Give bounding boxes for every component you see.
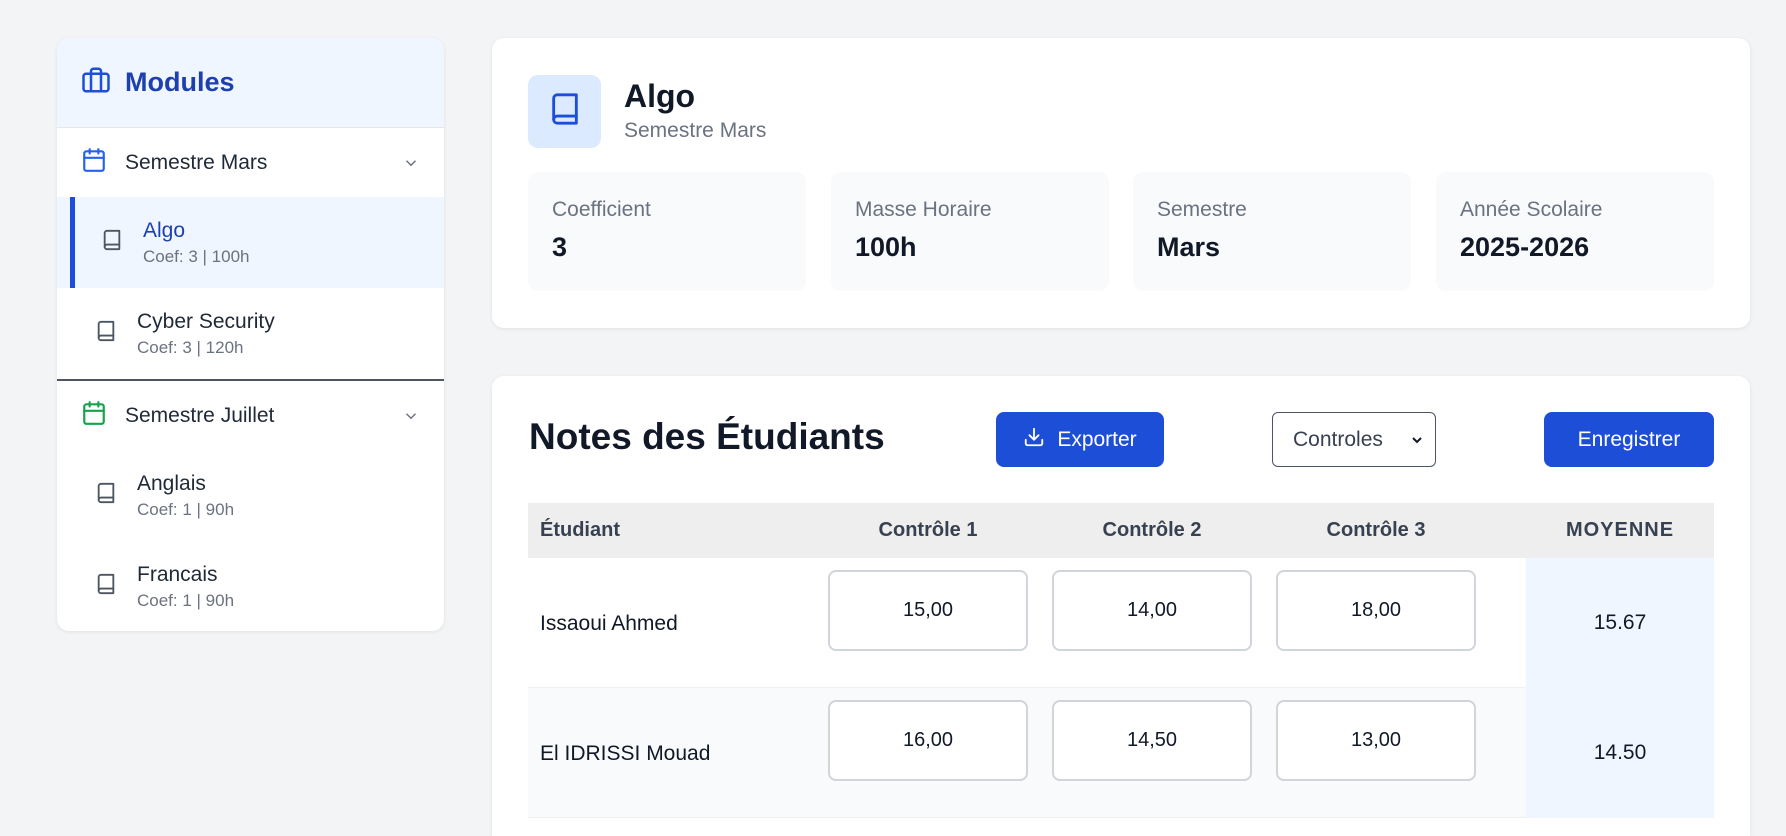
evaluation-type-select[interactable]: Controles xyxy=(1272,412,1436,467)
stat-value: Mars xyxy=(1157,232,1221,262)
download-icon xyxy=(1023,426,1045,454)
grade-input-controle-3[interactable] xyxy=(1276,700,1476,781)
book-icon xyxy=(95,319,117,348)
sidebar-title: Modules xyxy=(125,67,235,97)
module-meta: Coef: 1 | 90h xyxy=(137,499,235,519)
module-item-francais[interactable]: Francais Coef: 1 | 90h xyxy=(57,541,444,631)
module-meta: Coef: 1 | 90h xyxy=(137,590,235,610)
module-subtitle: Semestre Mars xyxy=(624,119,767,142)
table-row: Issaoui Ahmed 15.67 xyxy=(528,558,1714,688)
module-icon-box xyxy=(528,75,601,148)
stat-label: Année Scolaire xyxy=(1460,198,1603,221)
grade-input-controle-2[interactable] xyxy=(1052,570,1252,651)
grade-input-controle-2[interactable] xyxy=(1052,700,1252,781)
stat-semestre: Semestre Mars xyxy=(1133,172,1411,291)
average-value: 15.67 xyxy=(1593,611,1647,634)
average-cell: 14.50 xyxy=(1526,688,1714,818)
student-name: Issaoui Ahmed xyxy=(540,612,678,635)
stat-label: Masse Horaire xyxy=(855,198,992,221)
stat-label: Semestre xyxy=(1157,198,1247,221)
module-item-cyber-security[interactable]: Cyber Security Coef: 3 | 120h xyxy=(57,288,444,379)
semester-label: Semestre Juillet xyxy=(125,403,275,427)
export-button[interactable]: Exporter xyxy=(996,412,1164,467)
stat-value: 100h xyxy=(855,232,917,262)
average-value: 14.50 xyxy=(1593,741,1647,764)
save-button[interactable]: Enregistrer xyxy=(1544,412,1714,467)
student-name: El IDRISSI Mouad xyxy=(540,742,711,765)
sidebar-header: Modules xyxy=(57,38,444,128)
semester-juillet-toggle[interactable]: Semestre Juillet xyxy=(57,381,444,450)
module-meta: Coef: 3 | 100h xyxy=(143,246,250,266)
stat-value: 2025-2026 xyxy=(1460,232,1590,262)
table-row: El IDRISSI Mouad 14.50 xyxy=(528,688,1714,818)
book-icon xyxy=(95,481,117,510)
semester-mars-toggle[interactable]: Semestre Mars xyxy=(57,128,444,197)
column-header: Contrôle 2 xyxy=(1102,519,1202,541)
stat-masse-horaire: Masse Horaire 100h xyxy=(831,172,1109,291)
chevron-down-icon xyxy=(405,159,417,166)
grades-title: Notes des Étudiants xyxy=(529,416,885,457)
modules-sidebar: Modules Semestre Mars Algo Coef: 3 | 100… xyxy=(57,38,444,631)
module-info-card: Algo Semestre Mars Coefficient 3 Masse H… xyxy=(492,38,1750,328)
average-cell: 15.67 xyxy=(1526,558,1714,688)
module-name: Anglais xyxy=(137,471,206,495)
semester-label: Semestre Mars xyxy=(125,150,268,174)
stat-annee-scolaire: Année Scolaire 2025-2026 xyxy=(1436,172,1714,291)
stat-coefficient: Coefficient 3 xyxy=(528,172,806,291)
calendar-icon xyxy=(81,400,107,431)
column-header: MOYENNE xyxy=(1565,519,1675,541)
briefcase-icon xyxy=(81,65,111,100)
book-icon xyxy=(101,228,123,257)
module-name: Cyber Security xyxy=(137,309,275,333)
book-icon xyxy=(95,572,117,601)
grade-input-controle-1[interactable] xyxy=(828,570,1028,651)
grades-table-header: Étudiant Contrôle 1 Contrôle 2 Contrôle … xyxy=(528,503,1714,558)
module-title: Algo xyxy=(624,78,696,114)
module-meta: Coef: 3 | 120h xyxy=(137,337,244,357)
stat-value: 3 xyxy=(552,232,568,262)
stat-label: Coefficient xyxy=(552,198,651,221)
book-icon xyxy=(548,91,582,132)
calendar-icon xyxy=(81,147,107,178)
select-value: Controles xyxy=(1293,427,1383,451)
column-header: Étudiant xyxy=(540,519,620,541)
module-item-algo[interactable]: Algo Coef: 3 | 100h xyxy=(57,197,444,288)
column-header: Contrôle 1 xyxy=(878,519,978,541)
grade-input-controle-1[interactable] xyxy=(828,700,1028,781)
column-header: Contrôle 3 xyxy=(1326,519,1426,541)
grades-card: Notes des Étudiants Exporter Controles E… xyxy=(492,376,1750,836)
chevron-down-icon xyxy=(1412,436,1422,443)
export-label: Exporter xyxy=(1057,427,1137,451)
chevron-down-icon xyxy=(405,412,417,419)
grade-input-controle-3[interactable] xyxy=(1276,570,1476,651)
module-name: Algo xyxy=(143,218,186,242)
module-name: Francais xyxy=(137,562,218,586)
module-item-anglais[interactable]: Anglais Coef: 1 | 90h xyxy=(57,450,444,541)
